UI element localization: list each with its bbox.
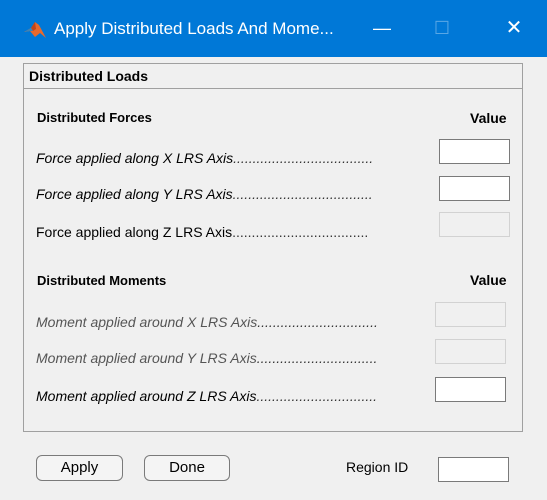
moment-x-label: Moment applied around X LRS Axis........… bbox=[36, 314, 378, 330]
moment-x-field bbox=[435, 302, 506, 327]
force-x-field[interactable] bbox=[439, 139, 510, 164]
panel-header: Distributed Loads bbox=[24, 64, 522, 89]
moment-z-field[interactable] bbox=[435, 377, 506, 402]
distributed-loads-panel: Distributed Loads Distributed Forces Val… bbox=[23, 63, 523, 432]
moments-value-header: Value bbox=[470, 272, 507, 288]
minimize-button[interactable]: — bbox=[358, 0, 406, 57]
done-button[interactable]: Done bbox=[144, 455, 230, 481]
window-title: Apply Distributed Loads And Mome... bbox=[54, 19, 334, 38]
title-bar: Apply Distributed Loads And Mome... — ☐ … bbox=[0, 0, 547, 57]
force-z-label: Force applied along Z LRS Axis..........… bbox=[36, 224, 369, 240]
apply-button[interactable]: Apply bbox=[36, 455, 123, 481]
region-id-field[interactable] bbox=[438, 457, 509, 482]
matlab-logo-icon bbox=[24, 22, 46, 38]
maximize-button[interactable]: ☐ bbox=[418, 0, 466, 57]
moments-section-title: Distributed Moments bbox=[37, 273, 167, 288]
force-y-field[interactable] bbox=[439, 176, 510, 201]
forces-section-title: Distributed Forces bbox=[37, 110, 152, 125]
force-y-label: Force applied along Y LRS Axis..........… bbox=[36, 186, 373, 202]
moment-y-field bbox=[435, 339, 506, 364]
force-z-field bbox=[439, 212, 510, 237]
region-id-label: Region ID bbox=[346, 459, 409, 475]
close-button[interactable]: ✕ bbox=[490, 0, 538, 57]
panel-title: Distributed Loads bbox=[29, 68, 149, 84]
force-x-label: Force applied along X LRS Axis..........… bbox=[36, 150, 374, 166]
moment-y-label: Moment applied around Y LRS Axis........… bbox=[36, 350, 378, 366]
moment-z-label: Moment applied around Z LRS Axis........… bbox=[36, 388, 378, 404]
forces-value-header: Value bbox=[470, 110, 507, 126]
